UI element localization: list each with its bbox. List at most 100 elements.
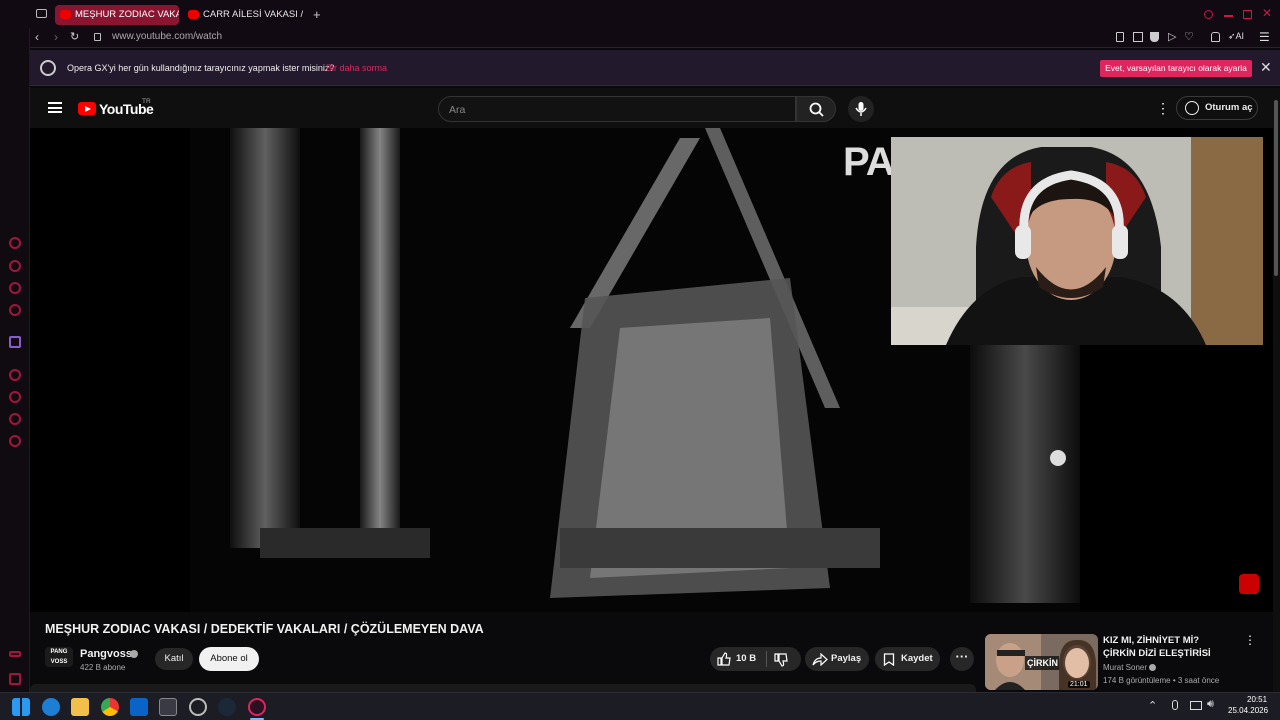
windows-taskbar: ⌃ 🔊︎ 20:51 25.04.2026 [0,692,1280,720]
tab-carr[interactable]: CARR AİLESİ VAKASI / DE [183,5,303,25]
sidebar-clock-icon[interactable] [9,369,21,381]
close-window-icon[interactable]: ✕ [1262,6,1272,20]
sidebar-shield-icon[interactable] [9,282,21,294]
sign-in-label: Oturum aç [1205,102,1253,113]
default-browser-banner: Opera GX'yi her gün kullandığınız tarayı… [30,50,1280,86]
scrollbar-thumb[interactable] [1274,100,1278,276]
join-button[interactable]: Katıl [155,648,193,670]
country-code: TR [142,98,151,105]
chevron-up-icon[interactable]: ⌃ [1148,699,1157,712]
account-icon [1185,101,1199,115]
sidebar-cube-icon[interactable] [9,413,21,425]
youtube-favicon-icon [60,10,71,19]
tab-label: MEŞHUR ZODIAC VAKASI [75,9,179,20]
store-icon[interactable] [159,698,177,716]
search-button[interactable] [796,96,836,122]
like-count: 10 B [736,653,757,664]
save-label: Kaydet [901,653,933,664]
youtube-header: YouTube TR ⋮ Oturum aç [30,88,1273,128]
recommended-channel-name[interactable]: Murat Soner [1103,663,1157,672]
thumbs-up-icon [717,652,731,666]
heart-icon[interactable]: ♡ [1184,30,1194,43]
play-icon[interactable]: ▷ [1168,30,1176,43]
search-box[interactable] [438,96,796,122]
tab-label: CARR AİLESİ VAKASI / DE [203,9,303,20]
description-box[interactable] [30,684,976,692]
banner-message: Opera GX'yi her gün kullandığınız tarayı… [67,63,335,73]
like-button[interactable]: 10 B [716,647,766,671]
save-button[interactable]: Kaydet [875,647,940,671]
search-input[interactable] [449,102,779,117]
subscribe-button[interactable]: Abone ol [199,647,259,671]
pin-icon[interactable] [1116,32,1124,42]
mail-icon[interactable] [130,698,148,716]
app-circle-icon[interactable] [189,698,207,716]
recommended-video-title[interactable]: KIZ MI, ZİHNİYET Mİ? ÇİRKİN DİZİ ELEŞTİR… [1103,634,1233,660]
microphone-icon [855,102,867,116]
tab-bar: MEŞHUR ZODIAC VAKASI CARR AİLESİ VAKASI … [0,0,1280,28]
sidebar-history-icon[interactable] [9,391,21,403]
sidebar-collapse-icon[interactable] [9,673,21,685]
adblock-shield-icon[interactable] [1150,32,1159,42]
like-divider [766,651,767,667]
video-title: MEŞHUR ZODIAC VAKASI / DEDEKTİF VAKALARI… [45,622,484,636]
sidebar-speed-icon[interactable] [9,237,21,249]
youtube-logo-icon[interactable] [78,102,96,115]
file-explorer-icon[interactable] [71,698,89,716]
recommendation-menu-icon[interactable]: ⋮ [1244,633,1256,647]
clock-time[interactable]: 20:51 [1247,695,1267,704]
sidebar-bag-icon[interactable] [9,260,21,272]
edge-icon[interactable] [42,698,60,716]
speaker-icon[interactable]: 🔊︎ [1207,698,1214,711]
more-actions-button[interactable]: ··· [950,647,974,671]
clock-date[interactable]: 25.04.2026 [1228,706,1268,715]
voice-search-button[interactable] [848,96,874,122]
sidebar-more-icon[interactable] [9,651,21,657]
share-label: Paylaş [831,653,862,664]
channel-watermark-icon[interactable] [1239,574,1259,594]
windows-start-icon[interactable] [12,698,30,716]
tab-overview-icon[interactable] [36,9,47,18]
hamburger-menu-icon[interactable] [48,102,62,113]
banner-dismiss-link[interactable]: Bir daha sorma [326,63,387,73]
search-tabs-icon[interactable] [1204,10,1213,19]
thumbnail-text: ÇİRKİN [1027,658,1058,668]
wallet-icon[interactable] [1211,32,1220,42]
banner-close-icon[interactable]: ✕ [1260,59,1272,76]
recommended-channel-label: Murat Soner [1103,663,1148,672]
ai-label: AI [1235,31,1245,41]
menu-icon[interactable]: ☰ [1259,30,1270,44]
new-tab-button[interactable]: + [313,7,321,22]
maximize-icon[interactable] [1243,10,1252,19]
share-button[interactable]: Paylaş [805,647,869,671]
microphone-tray-icon[interactable] [1172,700,1178,710]
lock-icon [94,33,101,41]
address-bar: ‹ › ↻ www.youtube.com/watch ▷ ♡ ➶AI ☰ [30,28,1280,48]
network-icon[interactable] [1190,701,1202,710]
verified-badge-icon [1149,664,1157,672]
snapshot-icon[interactable] [1133,32,1143,42]
twitch-icon[interactable] [9,336,21,348]
sidebar-settings-icon[interactable] [9,435,21,447]
thumbs-down-icon[interactable] [773,653,789,667]
tab-zodiac[interactable]: MEŞHUR ZODIAC VAKASI [55,5,179,25]
set-default-browser-button[interactable]: Evet, varsayılan tarayıcı olarak ayarla [1100,60,1252,77]
sidebar-video-icon[interactable] [9,304,21,316]
subscriber-count: 422 B abone [80,663,126,672]
opera-sidebar [0,0,30,692]
aria-ai-button[interactable]: ➶AI [1228,31,1244,42]
reload-icon[interactable]: ↻ [70,30,79,43]
steam-icon[interactable] [218,698,236,716]
chrome-icon[interactable] [101,698,119,716]
opera-gx-taskbar-icon[interactable] [248,698,266,716]
url-field[interactable]: www.youtube.com/watch [112,31,222,42]
settings-kebab-icon[interactable]: ⋮ [1156,100,1170,117]
channel-avatar[interactable]: PANG VOSS [45,647,73,667]
minimize-icon[interactable] [1224,15,1233,17]
forward-icon[interactable]: › [54,30,58,44]
streamer-image [891,137,1263,345]
channel-name[interactable]: Pangvoss [80,648,132,660]
back-icon[interactable]: ‹ [35,30,39,44]
sign-in-button[interactable]: Oturum aç [1176,96,1258,120]
share-icon [812,653,828,666]
